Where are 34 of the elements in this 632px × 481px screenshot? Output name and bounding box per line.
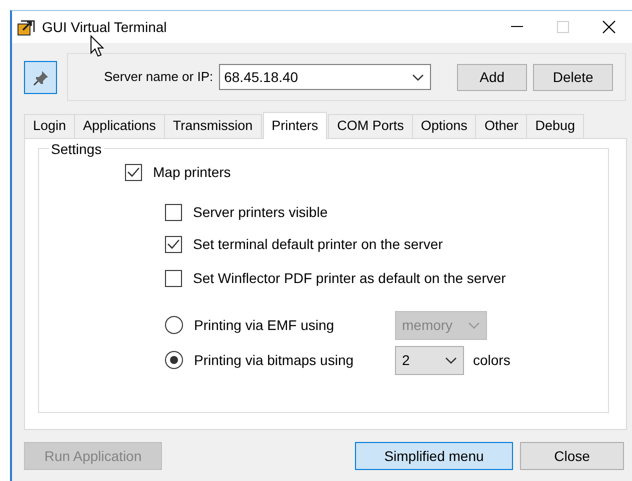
checkbox[interactable] — [165, 270, 182, 286]
option-label: Set terminal default printer on the server — [193, 234, 443, 254]
checkbox[interactable] — [125, 164, 142, 180]
suffix-label: colors — [473, 350, 510, 370]
tab[interactable]: Debug — [526, 114, 584, 138]
close-dialog-button[interactable]: Close — [520, 442, 624, 470]
maximize-icon — [557, 21, 569, 33]
server-combobox[interactable]: 68.45.18.40 — [219, 64, 432, 90]
simplified-menu-button[interactable]: Simplified menu — [355, 442, 513, 470]
dropdown[interactable]: 2 — [395, 346, 464, 374]
checkbox[interactable] — [165, 204, 182, 220]
server-label: Server name or IP: — [104, 68, 214, 86]
option-label: Printing via EMF using — [194, 316, 336, 335]
tab[interactable]: Printers — [262, 112, 328, 139]
chevron-down-icon — [412, 74, 424, 82]
chevron-down-icon — [468, 322, 480, 330]
option-label: Map printers — [153, 162, 231, 182]
delete-button[interactable]: Delete — [533, 64, 614, 90]
option-label: Server printers visible — [193, 202, 328, 222]
checkbox[interactable] — [165, 236, 182, 252]
add-button[interactable]: Add — [457, 64, 528, 90]
tab[interactable]: Login — [24, 114, 76, 138]
tab[interactable]: COM Ports — [328, 114, 413, 138]
minimize-icon — [511, 26, 523, 28]
radio-button[interactable] — [165, 316, 183, 334]
option-label: Set Winflector PDF printer as default on the server — [193, 268, 506, 288]
pushpin-icon — [32, 70, 48, 86]
pin-button[interactable] — [24, 61, 57, 94]
option-label: Printing via bitmaps using — [194, 350, 355, 370]
close-icon — [602, 20, 616, 34]
window-title: GUI Virtual Terminal — [42, 18, 168, 36]
tab[interactable]: Transmission — [164, 114, 262, 138]
radio-button[interactable] — [165, 351, 183, 369]
chevron-down-icon — [445, 356, 457, 365]
